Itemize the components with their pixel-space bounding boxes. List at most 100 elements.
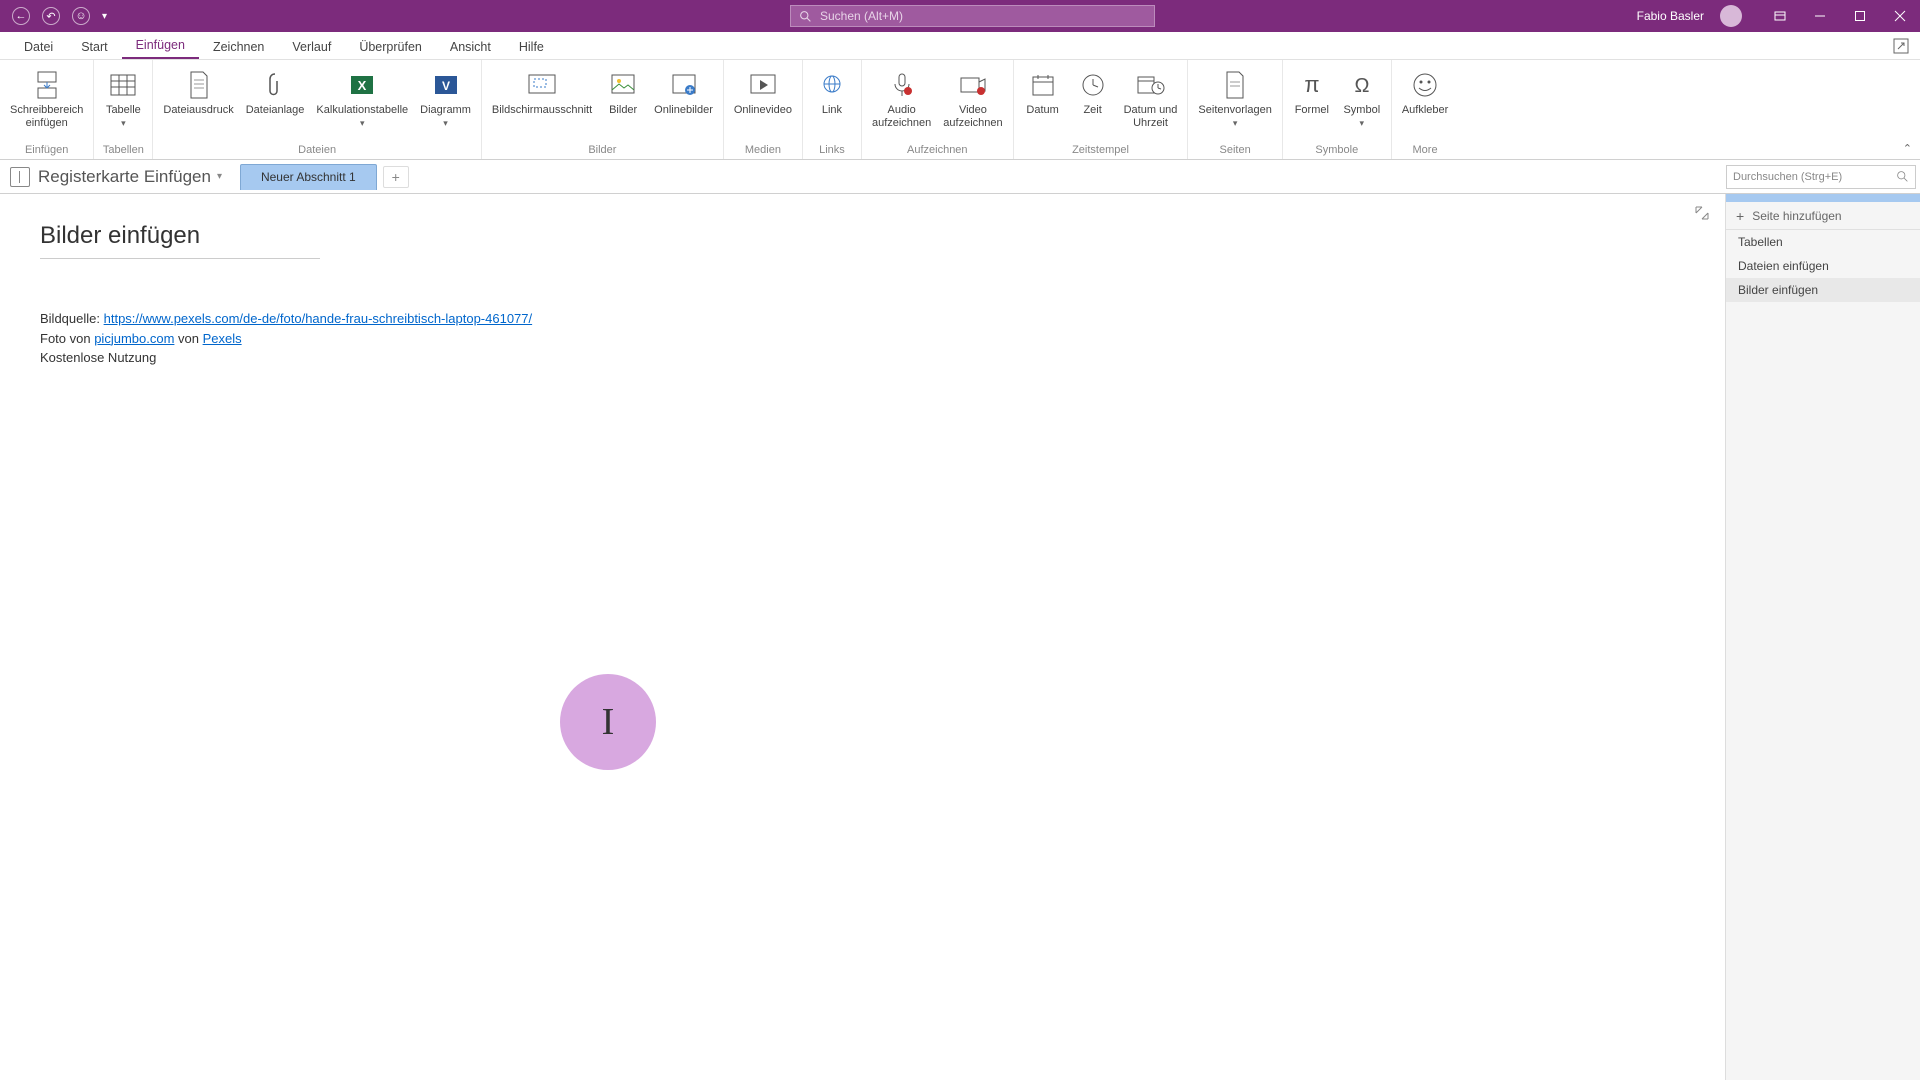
symbol-icon: Ω [1345,68,1379,102]
page-list-item[interactable]: Tabellen [1726,230,1920,254]
date-button[interactable]: Datum [1018,64,1068,117]
page-search-placeholder: Durchsuchen (Strg+E) [1733,171,1842,183]
svg-text:π: π [1304,72,1319,97]
add-section-button[interactable]: + [383,166,409,188]
chevron-down-icon: ▾ [360,118,365,129]
page-list-item[interactable]: Bilder einfügen [1726,278,1920,302]
search-box[interactable]: Suchen (Alt+M) [790,5,1155,27]
ribbon-group-seiten: Seitenvorlagen ▾ Seiten [1188,60,1282,159]
minimize-button[interactable] [1800,0,1840,32]
file-printout-icon [182,68,216,102]
plus-icon: + [1736,208,1744,224]
page-search-input[interactable]: Durchsuchen (Strg+E) [1726,165,1916,189]
link-icon [815,68,849,102]
visio-icon: V [429,68,463,102]
insert-space-icon [30,68,64,102]
symbol-button[interactable]: Ω Symbol ▾ [1337,64,1387,129]
back-icon[interactable]: ← [12,7,30,25]
source-link[interactable]: https://www.pexels.com/de-de/foto/hande-… [104,311,533,326]
chevron-down-icon: ▾ [1233,118,1238,129]
online-picture-icon [667,68,701,102]
text-cursor-icon: I [602,700,615,744]
qat-dropdown-icon[interactable]: ▾ [102,11,107,22]
title-underline [40,258,320,259]
add-page-button[interactable]: + Seite hinzufügen [1726,202,1920,230]
page-templates-button[interactable]: Seitenvorlagen ▾ [1192,64,1277,129]
ribbon-group-more: Aufkleber More [1392,60,1458,159]
menu-hilfe[interactable]: Hilfe [505,34,558,59]
table-button[interactable]: Tabelle ▾ [98,64,148,129]
maximize-button[interactable] [1840,0,1880,32]
expand-page-icon[interactable] [1693,204,1711,222]
ribbon-group-tabellen: Tabelle ▾ Tabellen [94,60,153,159]
feedback-icon[interactable]: ☺ [72,7,90,25]
menu-datei[interactable]: Datei [10,34,67,59]
spreadsheet-button[interactable]: X Kalkulationstabelle ▾ [310,64,414,129]
menu-start[interactable]: Start [67,34,121,59]
notebook-name[interactable]: Registerkarte Einfügen [38,167,211,187]
insert-space-button[interactable]: Schreibbereich einfügen [4,64,89,129]
page-list-accent [1726,194,1920,202]
notebook-dropdown-icon[interactable]: ▾ [217,171,222,182]
title-bar: ← ↶ ☺ ▾ Bilder einfügen - OneNote Suchen… [0,0,1920,32]
ribbon-mode-icon[interactable] [1760,0,1800,32]
ribbon-group-links: Link Links [803,60,862,159]
clock-icon [1076,68,1110,102]
menu-verlauf[interactable]: Verlauf [278,34,345,59]
pexels-link[interactable]: Pexels [203,331,242,346]
page-content[interactable]: Bildquelle: https://www.pexels.com/de-de… [40,309,1685,368]
menu-einfuegen[interactable]: Einfügen [122,32,199,59]
ribbon-group-symbole: π Formel Ω Symbol ▾ Symbole [1283,60,1392,159]
microphone-icon [885,68,919,102]
close-button[interactable] [1880,0,1920,32]
diagram-button[interactable]: V Diagramm ▾ [414,64,477,129]
page-list-panel: + Seite hinzufügen Tabellen Dateien einf… [1725,194,1920,1080]
author-link[interactable]: picjumbo.com [94,331,174,346]
table-icon [106,68,140,102]
menu-zeichnen[interactable]: Zeichnen [199,34,278,59]
ribbon-group-medien: Onlinevideo Medien [724,60,803,159]
chevron-down-icon: ▾ [443,118,448,129]
equation-button[interactable]: π Formel [1287,64,1337,117]
notebook-icon[interactable] [10,167,30,187]
avatar[interactable] [1720,5,1742,27]
datetime-button[interactable]: Datum und Uhrzeit [1118,64,1184,129]
screenshot-button[interactable]: Bildschirmausschnitt [486,64,598,117]
record-video-button[interactable]: Video aufzeichnen [937,64,1008,129]
page-template-icon [1218,68,1252,102]
ribbon: Schreibbereich einfügen Einfügen Tabelle… [0,60,1920,160]
sticker-button[interactable]: Aufkleber [1396,64,1454,117]
sticker-icon [1408,68,1442,102]
pictures-button[interactable]: Bilder [598,64,648,117]
time-button[interactable]: Zeit [1068,64,1118,117]
file-printout-button[interactable]: Dateiausdruck [157,64,239,117]
page-canvas[interactable]: Bilder einfügen Bildquelle: https://www.… [0,194,1725,1080]
share-icon[interactable] [1892,37,1910,55]
user-name[interactable]: Fabio Basler [1637,9,1704,23]
section-bar: Registerkarte Einfügen ▾ Neuer Abschnitt… [0,160,1920,194]
ribbon-group-einfuegen: Schreibbereich einfügen Einfügen [0,60,94,159]
page-list-item[interactable]: Dateien einfügen [1726,254,1920,278]
online-video-button[interactable]: Onlinevideo [728,64,798,117]
ribbon-group-aufzeichnen: Audio aufzeichnen Video aufzeichnen Aufz… [862,60,1014,159]
record-audio-button[interactable]: Audio aufzeichnen [866,64,937,129]
svg-text:Ω: Ω [1354,75,1369,97]
online-pictures-button[interactable]: Onlinebilder [648,64,719,117]
menu-bar: Datei Start Einfügen Zeichnen Verlauf Üb… [0,32,1920,60]
video-record-icon [956,68,990,102]
file-attachment-button[interactable]: Dateianlage [240,64,311,117]
paperclip-icon [258,68,292,102]
ribbon-collapse-icon[interactable]: ⌃ [1903,142,1912,155]
license-text: Kostenlose Nutzung [40,348,1685,368]
section-tab[interactable]: Neuer Abschnitt 1 [240,164,377,190]
link-button[interactable]: Link [807,64,857,117]
page-title[interactable]: Bilder einfügen [40,222,1685,256]
svg-text:X: X [358,78,367,93]
ribbon-group-dateien: Dateiausdruck Dateianlage X Kalkulations… [153,60,482,159]
calendar-icon [1026,68,1060,102]
undo-icon[interactable]: ↶ [42,7,60,25]
ribbon-group-zeitstempel: Datum Zeit Datum und Uhrzeit Zeitstempel [1014,60,1189,159]
menu-ueberpruefen[interactable]: Überprüfen [345,34,436,59]
menu-ansicht[interactable]: Ansicht [436,34,505,59]
search-icon [1896,170,1909,183]
